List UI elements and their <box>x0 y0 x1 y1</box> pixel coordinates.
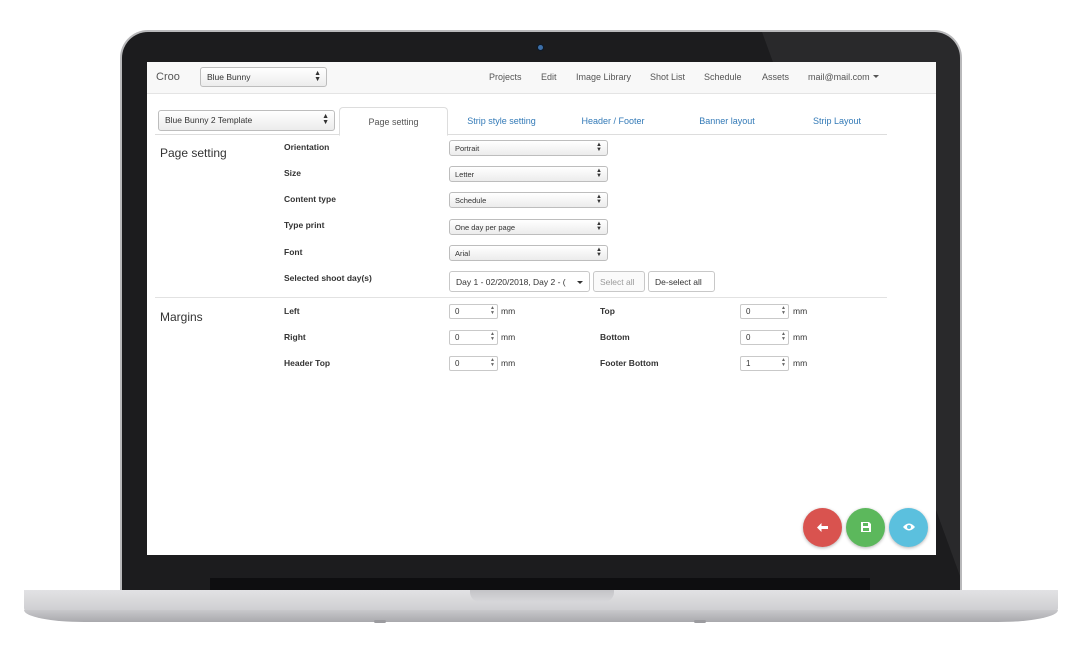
spinner-arrows-icon[interactable]: ▲ ▼ <box>490 332 495 342</box>
eye-icon <box>902 523 915 531</box>
margin-bottom-label: Bottom <box>600 332 630 342</box>
margin-top-input[interactable]: 0 ▲ ▼ <box>740 304 789 319</box>
nav-edit[interactable]: Edit <box>541 72 557 82</box>
content-type-select[interactable]: Schedule ▲ ▼ <box>449 192 608 208</box>
shoot-days-value: Day 1 - 02/20/2018, Day 2 - ( <box>456 277 566 287</box>
margin-bottom-value: 0 <box>746 333 751 342</box>
tab-header-footer[interactable]: Header / Footer <box>563 107 663 135</box>
nav-shot-list[interactable]: Shot List <box>650 72 685 82</box>
unit-label: mm <box>501 306 516 316</box>
spinner-arrows-icon[interactable]: ▲ ▼ <box>490 358 495 368</box>
laptop-opening-notch <box>470 590 614 602</box>
webcam-icon <box>537 44 544 51</box>
orientation-label: Orientation <box>284 142 330 152</box>
spinner-arrows-icon[interactable]: ▲ ▼ <box>781 306 786 316</box>
tab-label: Strip Layout <box>812 116 862 126</box>
user-email: mail@mail.com <box>808 72 870 82</box>
template-select[interactable]: Blue Bunny 2 Template ▲ ▼ <box>158 110 335 131</box>
floppy-disk-icon <box>860 522 871 533</box>
brand-logo[interactable]: Croo <box>156 71 180 83</box>
header-top-input[interactable]: 0 ▲ ▼ <box>449 356 498 371</box>
nav-image-library[interactable]: Image Library <box>576 72 631 82</box>
tab-label: Strip style setting <box>467 116 536 126</box>
unit-label: mm <box>501 358 516 368</box>
nav-assets[interactable]: Assets <box>762 72 789 82</box>
section-divider <box>155 297 887 298</box>
unit-label: mm <box>501 332 516 342</box>
laptop-hinge <box>210 578 870 590</box>
select-arrows-icon: ▲ ▼ <box>322 113 329 126</box>
tab-strip-style-setting[interactable]: Strip style setting <box>450 107 553 135</box>
type-print-value: One day per page <box>455 223 516 232</box>
unit-label: mm <box>793 332 808 342</box>
type-print-label: Type print <box>284 220 325 230</box>
header-top-value: 0 <box>455 359 460 368</box>
laptop-foot <box>374 620 386 623</box>
tab-label: Page setting <box>368 117 419 127</box>
header-top-label: Header Top <box>284 358 331 368</box>
margin-right-value: 0 <box>455 333 460 342</box>
margin-top-label: Top <box>600 306 615 316</box>
arrow-left-icon <box>817 522 828 532</box>
tab-page-setting[interactable]: Page setting <box>339 107 448 136</box>
footer-bottom-input[interactable]: 1 ▲ ▼ <box>740 356 789 371</box>
laptop-base-edge <box>24 610 1058 622</box>
nav-projects[interactable]: Projects <box>489 72 522 82</box>
margin-right-label: Right <box>284 332 306 342</box>
tab-label: Header / Footer <box>581 116 645 126</box>
spinner-arrows-icon[interactable]: ▲ ▼ <box>781 332 786 342</box>
preview-button[interactable] <box>889 508 928 547</box>
content-type-label: Content type <box>284 194 336 204</box>
caret-down-icon <box>577 281 583 284</box>
select-arrows-icon: ▲ ▼ <box>596 168 602 179</box>
size-label: Size <box>284 168 302 178</box>
footer-bottom-label: Footer Bottom <box>600 358 659 368</box>
select-all-button[interactable]: Select all <box>593 271 645 292</box>
font-label: Font <box>284 247 303 257</box>
content-type-value: Schedule <box>455 196 487 205</box>
select-arrows-icon: ▲ ▼ <box>596 221 602 232</box>
project-select-value: Blue Bunny <box>207 72 251 82</box>
tab-label: Banner layout <box>699 116 755 126</box>
size-select[interactable]: Letter ▲ ▼ <box>449 166 608 182</box>
page-setting-title: Page setting <box>160 146 227 160</box>
orientation-value: Portrait <box>455 144 480 153</box>
caret-down-icon <box>872 75 879 78</box>
font-value: Arial <box>455 249 471 258</box>
nav-schedule[interactable]: Schedule <box>704 72 742 82</box>
margin-right-input[interactable]: 0 ▲ ▼ <box>449 330 498 345</box>
select-arrows-icon: ▲ ▼ <box>596 194 602 205</box>
deselect-all-button[interactable]: De-select all <box>648 271 715 292</box>
project-select[interactable]: Blue Bunny ▲ ▼ <box>200 67 327 87</box>
margin-left-label: Left <box>284 306 300 316</box>
margin-left-input[interactable]: 0 ▲ ▼ <box>449 304 498 319</box>
tab-strip-layout[interactable]: Strip Layout <box>787 107 887 135</box>
margin-left-value: 0 <box>455 307 460 316</box>
spinner-arrows-icon[interactable]: ▲ ▼ <box>490 306 495 316</box>
select-arrows-icon: ▲ ▼ <box>314 70 321 83</box>
margins-title: Margins <box>160 310 203 324</box>
unit-label: mm <box>793 306 808 316</box>
select-arrows-icon: ▲ ▼ <box>596 247 602 258</box>
template-select-value: Blue Bunny 2 Template <box>165 115 253 125</box>
orientation-select[interactable]: Portrait ▲ ▼ <box>449 140 608 156</box>
select-arrows-icon: ▲ ▼ <box>596 142 602 153</box>
font-select[interactable]: Arial ▲ ▼ <box>449 245 608 261</box>
type-print-select[interactable]: One day per page ▲ ▼ <box>449 219 608 235</box>
laptop-foot <box>694 620 706 623</box>
user-menu[interactable]: mail@mail.com <box>808 72 879 82</box>
save-button[interactable] <box>846 508 885 547</box>
spinner-arrows-icon[interactable]: ▲ ▼ <box>781 358 786 368</box>
app-screen: Croo Blue Bunny ▲ ▼ Projects Edit Image L… <box>147 62 936 555</box>
top-navbar: Croo Blue Bunny ▲ ▼ Projects Edit Image L… <box>147 62 936 94</box>
back-button[interactable] <box>803 508 842 547</box>
footer-bottom-value: 1 <box>746 359 751 368</box>
shoot-days-label: Selected shoot day(s) <box>284 273 372 283</box>
unit-label: mm <box>793 358 808 368</box>
tab-banner-layout[interactable]: Banner layout <box>677 107 777 135</box>
shoot-days-multiselect[interactable]: Day 1 - 02/20/2018, Day 2 - ( <box>449 271 590 292</box>
size-value: Letter <box>455 170 475 179</box>
margin-top-value: 0 <box>746 307 751 316</box>
margin-bottom-input[interactable]: 0 ▲ ▼ <box>740 330 789 345</box>
